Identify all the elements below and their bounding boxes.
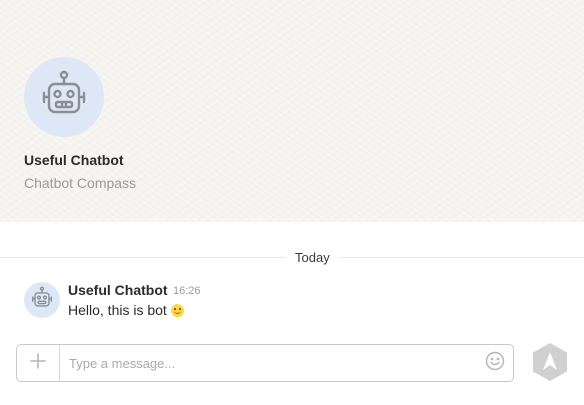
bot-avatar: [24, 57, 104, 137]
message-input[interactable]: [69, 345, 469, 381]
message-author: Useful Chatbot: [68, 282, 168, 298]
message-timestamp: 16:26: [173, 285, 201, 297]
bot-subtitle: Chatbot Compass: [24, 175, 137, 191]
send-button[interactable]: [531, 342, 569, 387]
message-avatar: [24, 282, 60, 318]
emoji-picker-button[interactable]: [485, 351, 505, 376]
smiling-face-emoji-icon: [170, 303, 184, 317]
message-text: Hello, this is bot: [68, 302, 167, 318]
robot-icon: [36, 67, 92, 128]
message-bubble: Hello, this is bot: [68, 302, 184, 318]
smiley-icon: [485, 351, 505, 376]
robot-icon: [29, 285, 55, 316]
date-divider-label: Today: [286, 250, 339, 265]
plus-icon: [29, 352, 47, 375]
bot-name: Useful Chatbot: [24, 152, 124, 168]
add-attachment-button[interactable]: [17, 345, 60, 381]
chat-widget: Useful Chatbot Chatbot Compass Today Use…: [0, 0, 584, 405]
send-icon: [531, 342, 569, 387]
chat-header: Useful Chatbot Chatbot Compass: [0, 0, 584, 226]
message-composer: [16, 344, 514, 382]
